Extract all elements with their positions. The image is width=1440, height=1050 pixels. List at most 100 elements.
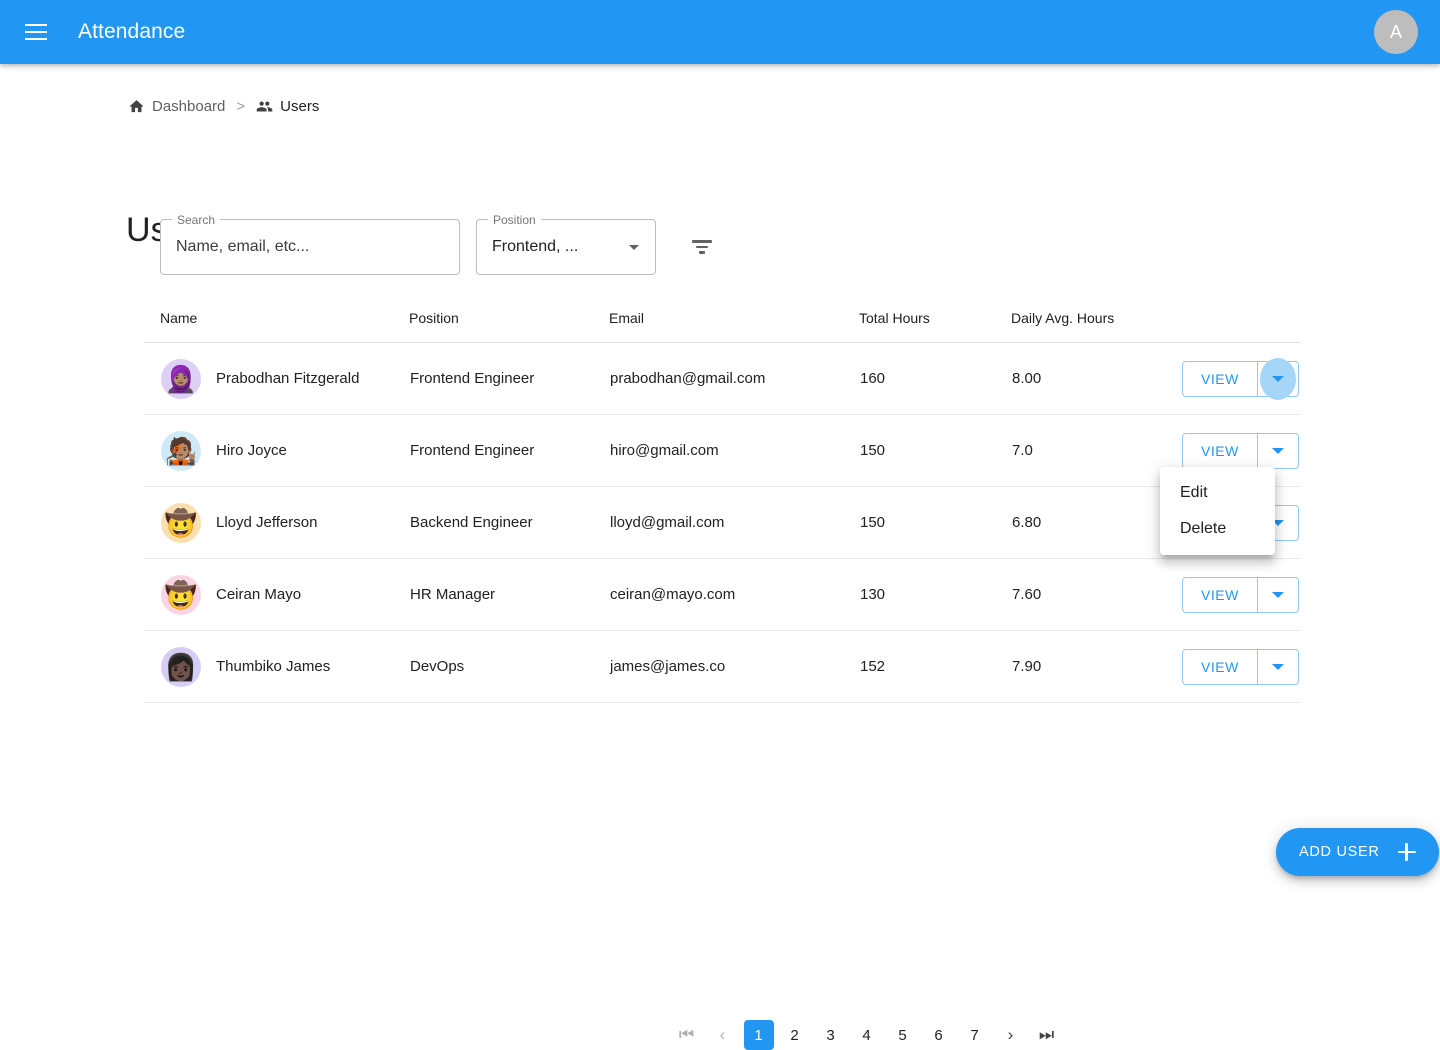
- cell-email: ceiran@mayo.com: [609, 558, 859, 631]
- view-button[interactable]: VIEW: [1183, 649, 1258, 684]
- users-table: Name Position Email Total Hours Daily Av…: [144, 298, 1301, 703]
- pagination-page-2[interactable]: 2: [780, 1020, 810, 1050]
- avatar: 🤠: [161, 574, 201, 615]
- pagination-page-5[interactable]: 5: [888, 1020, 918, 1050]
- menu-item-delete[interactable]: Delete: [1160, 511, 1275, 547]
- table-row: 🤠 Lloyd Jefferson Backend Engineer lloyd@gm…: [144, 486, 1301, 559]
- add-user-label: ADD USER: [1299, 844, 1380, 860]
- view-button[interactable]: VIEW: [1183, 433, 1258, 468]
- cell-daily-avg-hours: 6.80: [1011, 486, 1181, 559]
- view-button[interactable]: VIEW: [1183, 361, 1258, 396]
- row-menu-toggle-button[interactable]: [1258, 434, 1298, 468]
- menu-item-edit[interactable]: Edit: [1160, 475, 1275, 511]
- row-action-group: VIEW: [1182, 576, 1299, 613]
- cell-position: HR Manager: [409, 558, 609, 631]
- cell-total-hours: 150: [859, 414, 1011, 487]
- row-action-group: VIEW: [1182, 648, 1299, 685]
- search-field[interactable]: Search: [160, 212, 460, 275]
- row-menu-toggle-button[interactable]: [1258, 362, 1298, 396]
- pagination-page-3[interactable]: 3: [816, 1020, 846, 1050]
- cell-daily-avg-hours: 7.60: [1011, 558, 1181, 631]
- cell-position: Frontend Engineer: [409, 414, 609, 487]
- cell-total-hours: 150: [859, 486, 1011, 559]
- filter-list-icon-bar-3: [699, 251, 705, 254]
- breadcrumb-item-dashboard[interactable]: Dashboard: [128, 98, 225, 115]
- cell-name: 🤠 Lloyd Jefferson: [144, 486, 409, 559]
- user-name: Lloyd Jefferson: [216, 514, 318, 531]
- row-menu-toggle-button[interactable]: [1258, 578, 1298, 612]
- cell-name: 🧕🏽 Prabodhan Fitzgerald: [144, 342, 409, 415]
- table-row: 🧕🏽 Prabodhan Fitzgerald Frontend Engineer p…: [144, 342, 1301, 415]
- users-table-head: Name Position Email Total Hours Daily Av…: [144, 298, 1301, 343]
- filter-bar: Search Position Frontend, ...: [160, 212, 722, 275]
- breadcrumb-label-dashboard: Dashboard: [152, 98, 226, 115]
- app-bar: Attendance A: [0, 0, 1440, 64]
- cell-name: 🧑🏽‍🎤 Hiro Joyce: [144, 414, 409, 487]
- cell-position: DevOps: [409, 630, 609, 703]
- people-icon: [256, 101, 273, 112]
- filter-list-button[interactable]: [682, 227, 722, 267]
- pagination-prev-button[interactable]: ‹: [708, 1020, 738, 1050]
- avatar: 🧑🏽‍🎤: [161, 430, 201, 471]
- cell-position: Frontend Engineer: [409, 342, 609, 415]
- user-name: Prabodhan Fitzgerald: [216, 370, 360, 387]
- pagination-page-1[interactable]: 1: [743, 1020, 774, 1050]
- cell-total-hours: 130: [859, 558, 1011, 631]
- cell-actions: VIEW: [1181, 342, 1301, 415]
- add-user-button[interactable]: ADD USER: [1276, 828, 1439, 876]
- table-header-row: Name Position Email Total Hours Daily Av…: [144, 298, 1301, 343]
- paginator: ⏮ ‹ 1234567 › ⏭: [288, 998, 1440, 1050]
- breadcrumb: Dashboard > Users: [128, 98, 319, 115]
- column-header-actions: [1181, 298, 1301, 343]
- user-name: Thumbiko James: [216, 658, 331, 675]
- cell-total-hours: 160: [859, 342, 1011, 415]
- avatar: 🤠: [161, 502, 201, 543]
- pagination-next-button[interactable]: ›: [996, 1020, 1026, 1050]
- filter-list-icon-bar-2: [696, 245, 708, 249]
- filter-list-icon-bar-1: [692, 240, 712, 243]
- table-row: 🤠 Ceiran Mayo HR Manager ceiran@mayo.com 130…: [144, 558, 1301, 631]
- column-header-daily-avg: Daily Avg. Hours: [1011, 298, 1181, 343]
- row-menu-toggle-button[interactable]: [1258, 650, 1298, 684]
- pagination-last-button[interactable]: ⏭: [1032, 1020, 1062, 1050]
- avatar: 👩🏿: [161, 646, 201, 687]
- row-action-group: VIEW: [1182, 432, 1299, 469]
- pagination-page-7[interactable]: 7: [960, 1020, 990, 1050]
- chevron-down-icon: [629, 244, 639, 250]
- account-avatar[interactable]: A: [1374, 10, 1418, 54]
- pagination-first-button[interactable]: ⏮: [672, 1020, 702, 1050]
- menu-button[interactable]: [12, 8, 60, 56]
- pagination-page-4[interactable]: 4: [852, 1020, 882, 1050]
- account-avatar-initial: A: [1389, 21, 1402, 42]
- pagination-page-6[interactable]: 6: [924, 1020, 954, 1050]
- cell-position: Backend Engineer: [409, 486, 609, 559]
- cell-email: james@james.co: [609, 630, 859, 703]
- position-selected-value: Frontend, ...: [492, 238, 579, 255]
- view-button[interactable]: VIEW: [1183, 577, 1258, 612]
- column-header-email: Email: [609, 298, 859, 343]
- cell-name: 👩🏿 Thumbiko James: [144, 630, 409, 703]
- column-header-total-hours: Total Hours: [859, 298, 1011, 343]
- chevron-down-icon: [1271, 591, 1284, 598]
- home-icon: [129, 100, 144, 113]
- avatar: 🧕🏽: [161, 358, 201, 399]
- breadcrumb-item-users[interactable]: Users: [256, 98, 319, 115]
- hamburger-menu-icon: [25, 24, 47, 40]
- users-table-body: 🧕🏽 Prabodhan Fitzgerald Frontend Engineer p…: [144, 342, 1301, 703]
- cell-email: hiro@gmail.com: [609, 414, 859, 487]
- app-title: Attendance: [78, 20, 186, 43]
- cell-daily-avg-hours: 7.0: [1011, 414, 1181, 487]
- user-name: Ceiran Mayo: [216, 586, 302, 603]
- row-action-menu[interactable]: Edit Delete: [1160, 467, 1275, 555]
- page-content: Dashboard > Users Users Search Position …: [0, 64, 1440, 1050]
- breadcrumb-label-users: Users: [280, 98, 320, 115]
- chevron-down-icon: [1271, 375, 1284, 382]
- chevron-down-icon: [1271, 447, 1284, 454]
- users-table-container: Name Position Email Total Hours Daily Av…: [144, 298, 1301, 1050]
- row-action-group: VIEW: [1182, 360, 1299, 397]
- column-header-position: Position: [409, 298, 609, 343]
- cell-name: 🤠 Ceiran Mayo: [144, 558, 409, 631]
- search-input[interactable]: [161, 220, 459, 274]
- position-select[interactable]: Position Frontend, ...: [476, 212, 656, 275]
- table-row: 🧑🏽‍🎤 Hiro Joyce Frontend Engineer hiro@gmai…: [144, 414, 1301, 487]
